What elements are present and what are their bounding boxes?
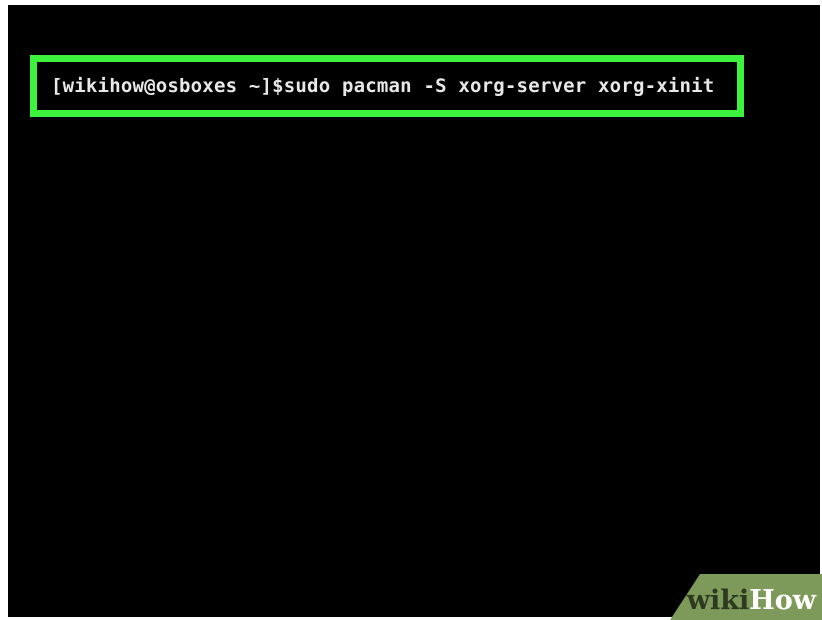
watermark-wiki: wiki xyxy=(686,585,750,616)
highlight-box: [wikihow@osboxes ~]$ sudo pacman -S xorg… xyxy=(30,55,744,117)
terminal-screen[interactable]: [wikihow@osboxes ~]$ sudo pacman -S xorg… xyxy=(8,5,820,617)
shell-prompt: [wikihow@osboxes ~]$ xyxy=(51,75,284,97)
frame: [wikihow@osboxes ~]$ sudo pacman -S xorg… xyxy=(0,0,822,620)
command-line: [wikihow@osboxes ~]$ sudo pacman -S xorg… xyxy=(51,62,714,110)
command-text: sudo pacman -S xorg-server xorg-xinit xyxy=(283,75,715,97)
wikihow-watermark: wikiHow xyxy=(670,574,822,620)
watermark-how: How xyxy=(749,585,816,616)
watermark-text: wikiHow xyxy=(687,585,816,616)
